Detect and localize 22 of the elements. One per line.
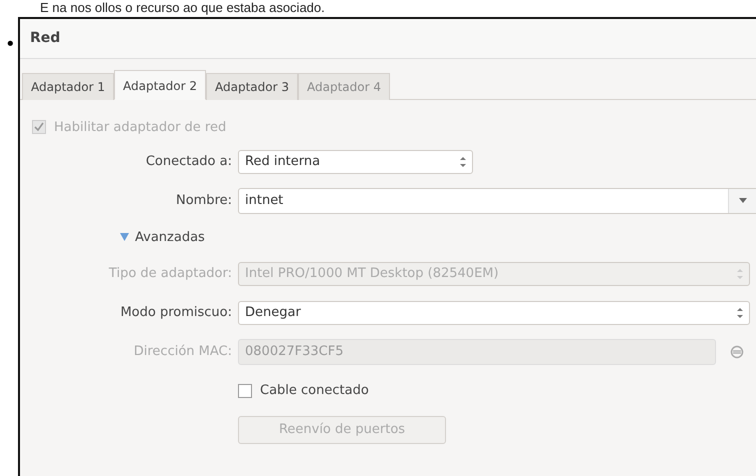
combo-field[interactable]: intnet bbox=[238, 188, 756, 214]
expander-label[interactable]: Avanzadas bbox=[135, 230, 205, 244]
dropdown[interactable]: Denegar bbox=[238, 300, 750, 324]
field-label: Conectado a: bbox=[146, 154, 232, 169]
expander-triangle-icon[interactable] bbox=[120, 233, 129, 241]
field-label: Modo promiscuo: bbox=[120, 305, 232, 320]
spinner-arrows-icon bbox=[460, 156, 466, 168]
tab[interactable]: Adaptador 1 bbox=[22, 73, 114, 100]
field-label: Nombre: bbox=[176, 193, 232, 208]
field-label: Dirección MAC: bbox=[134, 344, 232, 359]
tab[interactable]: Adaptador 2 bbox=[114, 70, 206, 100]
checkbox-label: Cable conectado bbox=[260, 383, 369, 398]
dropdown[interactable]: Red interna bbox=[238, 150, 473, 174]
checkbox[interactable] bbox=[238, 384, 252, 398]
tab[interactable]: Adaptador 3 bbox=[206, 73, 298, 100]
dropdown-arrow-icon[interactable] bbox=[739, 198, 747, 203]
checkbox-label: Habilitar adaptador de red bbox=[54, 120, 226, 134]
bullet: • bbox=[5, 34, 16, 55]
spinner-arrows-icon bbox=[737, 306, 743, 318]
field-label: Tipo de adaptador: bbox=[108, 266, 232, 281]
spinner-arrows-icon bbox=[737, 268, 743, 280]
caption-text: E na nos ollos o recurso ao que estaba asociado. bbox=[40, 0, 325, 15]
